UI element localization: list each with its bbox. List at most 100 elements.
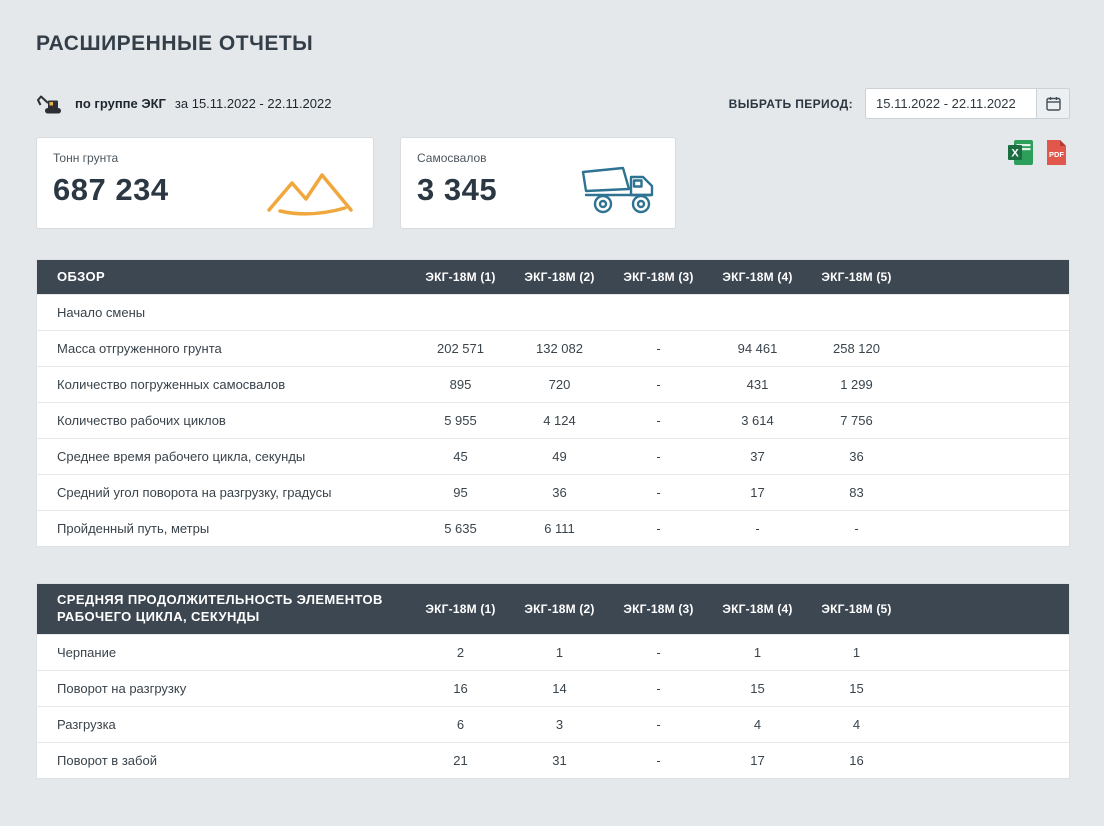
table-row: Средний угол поворота на разгрузку, град… <box>37 474 1069 510</box>
column-header: ЭКГ-18М (2) <box>510 270 609 284</box>
page-title: РАСШИРЕННЫЕ ОТЧЕТЫ <box>36 32 1070 56</box>
row-label: Пройденный путь, метры <box>37 521 411 536</box>
cell-value: 4 124 <box>510 413 609 428</box>
cell-value: 2 <box>411 645 510 660</box>
pdf-file-icon: PDF <box>1043 139 1070 166</box>
table-row: Количество рабочих циклов5 9554 124-3 61… <box>37 402 1069 438</box>
cell-value: 3 <box>510 717 609 732</box>
row-label: Разгрузка <box>37 717 411 732</box>
cell-value: - <box>609 753 708 768</box>
cell-value: 15 <box>807 681 906 696</box>
table-row: Черпание21-11 <box>37 634 1069 670</box>
cell-value: 83 <box>807 485 906 500</box>
period-picker-label: ВЫБРАТЬ ПЕРИОД: <box>729 97 853 111</box>
cell-value: 16 <box>807 753 906 768</box>
cell-value: 14 <box>510 681 609 696</box>
row-label: Количество рабочих циклов <box>37 413 411 428</box>
cell-value: 6 111 <box>510 521 609 536</box>
svg-text:X: X <box>1011 148 1019 160</box>
column-header: ЭКГ-18М (1) <box>411 270 510 284</box>
report-group-label: по группе ЭКГ <box>75 96 166 111</box>
period-picker: ВЫБРАТЬ ПЕРИОД: <box>729 88 1070 119</box>
column-header: ЭКГ-18М (4) <box>708 270 807 284</box>
export-pdf-button[interactable]: PDF <box>1043 139 1070 166</box>
row-label: Начало смены <box>37 305 411 320</box>
cell-value: 1 <box>708 645 807 660</box>
cell-value: 49 <box>510 449 609 464</box>
xls-file-icon: X <box>1007 139 1034 166</box>
column-header: ЭКГ-18М (3) <box>609 270 708 284</box>
cell-value: 1 <box>807 645 906 660</box>
cell-value: 7 756 <box>807 413 906 428</box>
cell-value: 16 <box>411 681 510 696</box>
table-row: Пройденный путь, метры5 6356 111--- <box>37 510 1069 546</box>
svg-text:PDF: PDF <box>1049 150 1064 159</box>
cell-value: 5 955 <box>411 413 510 428</box>
period-input[interactable] <box>865 88 1037 119</box>
cell-value: 21 <box>411 753 510 768</box>
table-row: Начало смены <box>37 294 1069 330</box>
cell-value: - <box>708 521 807 536</box>
row-label: Количество погруженных самосвалов <box>37 377 411 392</box>
cell-value: - <box>609 341 708 356</box>
cell-value: - <box>609 485 708 500</box>
column-header: ЭКГ-18М (2) <box>510 602 609 616</box>
cell-value: 95 <box>411 485 510 500</box>
stat-card-tons: Тонн грунта 687 234 <box>36 137 374 229</box>
table-row: Разгрузка63-44 <box>37 706 1069 742</box>
row-label: Средний угол поворота на разгрузку, град… <box>37 485 411 500</box>
table-row: Количество погруженных самосвалов895720-… <box>37 366 1069 402</box>
cell-value: 1 299 <box>807 377 906 392</box>
cell-value: 17 <box>708 753 807 768</box>
table-title: СРЕДНЯЯ ПРОДОЛЖИТЕЛЬНОСТЬ ЭЛЕМЕНТОВ РАБО… <box>37 592 411 626</box>
column-header: ЭКГ-18М (5) <box>807 270 906 284</box>
cell-value: 6 <box>411 717 510 732</box>
cell-value: 17 <box>708 485 807 500</box>
table-header-row: СРЕДНЯЯ ПРОДОЛЖИТЕЛЬНОСТЬ ЭЛЕМЕНТОВ РАБО… <box>37 584 1069 634</box>
cell-value: 3 614 <box>708 413 807 428</box>
row-label: Масса отгруженного грунта <box>37 341 411 356</box>
export-xls-button[interactable]: X <box>1007 139 1034 166</box>
cell-value: 5 635 <box>411 521 510 536</box>
cell-value: - <box>807 521 906 536</box>
dump-truck-icon <box>579 162 659 216</box>
cell-value: - <box>609 717 708 732</box>
subhead-row: по группе ЭКГ за 15.11.2022 - 22.11.2022… <box>36 88 1070 119</box>
cell-value: 431 <box>708 377 807 392</box>
cell-value: 720 <box>510 377 609 392</box>
stat-card-trucks: Самосвалов 3 345 <box>400 137 676 229</box>
column-header: ЭКГ-18М (4) <box>708 602 807 616</box>
extended-reports-page: РАСШИРЕННЫЕ ОТЧЕТЫ по группе ЭКГ за 15.1… <box>0 0 1104 779</box>
cell-value: 36 <box>510 485 609 500</box>
cell-value: - <box>609 449 708 464</box>
cell-value: 4 <box>708 717 807 732</box>
cell-value: 31 <box>510 753 609 768</box>
calendar-button[interactable] <box>1037 88 1070 119</box>
table-row: Поворот на разгрузку1614-1515 <box>37 670 1069 706</box>
cell-value: 258 120 <box>807 341 906 356</box>
stat-cards-row: Тонн грунта 687 234 Самосвалов 3 345 <box>36 137 1070 229</box>
mountain-icon <box>263 166 357 216</box>
overview-table: ОБЗОРЭКГ-18М (1)ЭКГ-18М (2)ЭКГ-18М (3)ЭК… <box>36 259 1070 547</box>
cell-value: 36 <box>807 449 906 464</box>
excavator-icon <box>36 93 66 114</box>
report-period-label: за 15.11.2022 - 22.11.2022 <box>175 96 332 111</box>
cell-value: 132 082 <box>510 341 609 356</box>
cell-value: 37 <box>708 449 807 464</box>
calendar-icon <box>1046 96 1061 111</box>
cell-value: 94 461 <box>708 341 807 356</box>
table-row: Поворот в забой2131-1716 <box>37 742 1069 778</box>
cell-value: - <box>609 521 708 536</box>
row-label: Черпание <box>37 645 411 660</box>
table-title: ОБЗОР <box>37 269 411 286</box>
row-label: Среднее время рабочего цикла, секунды <box>37 449 411 464</box>
cell-value: - <box>609 413 708 428</box>
cell-value: 895 <box>411 377 510 392</box>
cell-value: - <box>609 681 708 696</box>
stat-label: Тонн грунта <box>53 151 357 165</box>
row-label: Поворот в забой <box>37 753 411 768</box>
export-buttons: X PDF <box>1007 139 1070 166</box>
cycle-duration-table: СРЕДНЯЯ ПРОДОЛЖИТЕЛЬНОСТЬ ЭЛЕМЕНТОВ РАБО… <box>36 583 1070 779</box>
cell-value: 45 <box>411 449 510 464</box>
cell-value: 202 571 <box>411 341 510 356</box>
